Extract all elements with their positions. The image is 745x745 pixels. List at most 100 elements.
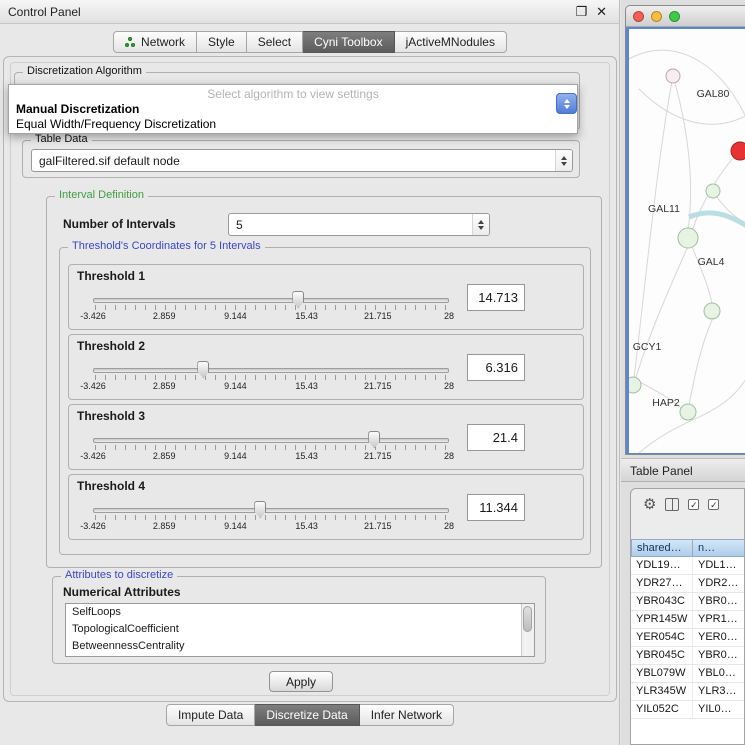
- node-selected-red[interactable]: [731, 142, 745, 160]
- tick-label: -3.426: [80, 521, 106, 531]
- table-cell[interactable]: YIL052C: [631, 701, 693, 718]
- table-cell[interactable]: YDL1…: [693, 557, 745, 574]
- combo-stepper-icon[interactable]: [472, 214, 489, 235]
- table-cell[interactable]: YDR2…: [693, 575, 745, 592]
- list-item[interactable]: SelfLoops: [66, 604, 534, 621]
- zoom-traffic-light-icon[interactable]: [669, 11, 680, 22]
- table-cell[interactable]: YBR0…: [693, 593, 745, 610]
- table-row[interactable]: YIL052C YIL0…: [631, 701, 745, 719]
- bottom-tab-bar: Impute Data Discretize Data Infer Networ…: [0, 704, 620, 726]
- apply-button[interactable]: Apply: [269, 671, 333, 692]
- close-window-icon[interactable]: ✕: [596, 0, 607, 24]
- table-cell[interactable]: YLR3…: [693, 683, 745, 700]
- highlighted-edge[interactable]: [689, 213, 745, 227]
- threshold-4-slider[interactable]: [93, 501, 449, 521]
- table-row[interactable]: YER054C YER0…: [631, 629, 745, 647]
- threshold-3-value-field[interactable]: 21.4: [467, 424, 525, 451]
- algorithm-combo-stepper-icon[interactable]: [556, 93, 577, 114]
- table-row[interactable]: YBL079W YBL0…: [631, 665, 745, 683]
- float-window-icon[interactable]: ❐: [575, 0, 587, 24]
- column-header-name[interactable]: n…: [693, 539, 745, 557]
- threshold-2-label: Threshold 2: [77, 339, 145, 353]
- tick-label: 15.43: [295, 381, 318, 391]
- slider-track[interactable]: [93, 368, 449, 373]
- select-all-checkbox-icon[interactable]: ✓: [688, 499, 699, 510]
- slider-track[interactable]: [93, 298, 449, 303]
- number-of-intervals-combo[interactable]: 5: [228, 213, 490, 236]
- table-row[interactable]: YBR045C YBR0…: [631, 647, 745, 665]
- tick-label: 15.43: [295, 521, 318, 531]
- table-row[interactable]: YBR043C YBR0…: [631, 593, 745, 611]
- table-row[interactable]: YDR27… YDR2…: [631, 575, 745, 593]
- list-item[interactable]: TopologicalCoefficient: [66, 621, 534, 638]
- table-cell[interactable]: YLR345W: [631, 683, 693, 700]
- algorithm-placeholder: Select algorithm to view settings: [9, 86, 577, 102]
- right-panel-area: GAL80 GAL11 GAL4 GCY1 HAP2 Table Panel ⚙…: [621, 0, 745, 745]
- table-cell[interactable]: YPR145W: [631, 611, 693, 628]
- table-cell[interactable]: YBR043C: [631, 593, 693, 610]
- node-gal80[interactable]: [666, 69, 680, 83]
- tab-discretize-data[interactable]: Discretize Data: [255, 704, 359, 726]
- gear-icon[interactable]: ⚙: [643, 497, 656, 512]
- minimize-traffic-light-icon[interactable]: [651, 11, 662, 22]
- table-data-group-label: Table Data: [31, 133, 92, 145]
- tab-cyni-toolbox[interactable]: Cyni Toolbox: [303, 31, 394, 53]
- tab-style[interactable]: Style: [197, 31, 247, 53]
- table-panel-window: ⚙ ✓ ✓ shared… n… YDL19… YDL1… YDR27… YDR…: [630, 488, 745, 745]
- node-gcy1[interactable]: [629, 377, 641, 393]
- close-traffic-light-icon[interactable]: [633, 11, 644, 22]
- node-gal4[interactable]: [678, 228, 698, 248]
- threshold-2-row: Threshold 2 -3.426 2.859 9.144 15.43 21.…: [68, 334, 584, 400]
- column-header-shared-name[interactable]: shared…: [631, 539, 693, 557]
- network-canvas[interactable]: GAL80 GAL11 GAL4 GCY1 HAP2: [629, 29, 745, 453]
- tab-jactivemnodules[interactable]: jActiveMNodules: [395, 31, 507, 53]
- table-data-group: Table Data galFiltered.sif default node: [22, 140, 580, 178]
- tab-network[interactable]: Network: [113, 31, 197, 53]
- table-row[interactable]: YPR145W YPR1…: [631, 611, 745, 629]
- table-data-combo[interactable]: galFiltered.sif default node: [31, 149, 573, 172]
- node-hap2[interactable]: [680, 404, 696, 420]
- node-gal11-neighbor[interactable]: [706, 184, 720, 198]
- threshold-3-slider[interactable]: [93, 431, 449, 451]
- table-cell[interactable]: YDR27…: [631, 575, 693, 592]
- table-cell[interactable]: YER054C: [631, 629, 693, 646]
- node-mid[interactable]: [704, 303, 720, 319]
- table-cell[interactable]: YBL079W: [631, 665, 693, 682]
- tick-label: 28: [444, 521, 454, 531]
- threshold-2-value-field[interactable]: 6.316: [467, 354, 525, 381]
- control-panel: Control Panel ❐ ✕ Network Style Select C…: [0, 0, 620, 745]
- tab-select[interactable]: Select: [247, 31, 303, 53]
- algorithm-option-equal-width[interactable]: Equal Width/Frequency Discretization: [9, 117, 577, 132]
- select-none-checkbox-icon[interactable]: ✓: [708, 499, 719, 510]
- threshold-4-value-field[interactable]: 11.344: [467, 494, 525, 521]
- table-cell[interactable]: YIL0…: [693, 701, 745, 718]
- threshold-2-slider[interactable]: [93, 361, 449, 381]
- combo-stepper-icon[interactable]: [555, 150, 572, 171]
- threshold-1-slider[interactable]: [93, 291, 449, 311]
- table-cell[interactable]: YBR0…: [693, 647, 745, 664]
- table-row[interactable]: YDL19… YDL1…: [631, 557, 745, 575]
- threshold-1-value-field[interactable]: 14.713: [467, 284, 525, 311]
- table-cell[interactable]: YER0…: [693, 629, 745, 646]
- columns-icon[interactable]: [665, 498, 679, 511]
- tab-infer-network[interactable]: Infer Network: [360, 704, 454, 726]
- threshold-1-row: Threshold 1 -3.426 2.859 9.144 15.43 21.…: [68, 264, 584, 330]
- table-cell[interactable]: YBR045C: [631, 647, 693, 664]
- tick-label: 28: [444, 311, 454, 321]
- tick-label: 21.715: [364, 521, 392, 531]
- slider-track[interactable]: [93, 438, 449, 443]
- table-cell[interactable]: YDL19…: [631, 557, 693, 574]
- table-row[interactable]: YLR345W YLR3…: [631, 683, 745, 701]
- list-item[interactable]: BetweennessCentrality: [66, 638, 534, 655]
- table-cell[interactable]: YPR1…: [693, 611, 745, 628]
- slider-track[interactable]: [93, 508, 449, 513]
- list-scrollbar-thumb[interactable]: [523, 606, 532, 632]
- list-scrollbar[interactable]: [521, 604, 534, 656]
- table-cell[interactable]: YBL0…: [693, 665, 745, 682]
- algorithm-option-manual[interactable]: Manual Discretization: [9, 102, 577, 117]
- tick-label: -3.426: [80, 381, 106, 391]
- tab-impute-data[interactable]: Impute Data: [166, 704, 255, 726]
- tick-label: 21.715: [364, 381, 392, 391]
- node-label-gal11: GAL11: [648, 203, 680, 215]
- window-controls: ❐ ✕: [575, 0, 607, 24]
